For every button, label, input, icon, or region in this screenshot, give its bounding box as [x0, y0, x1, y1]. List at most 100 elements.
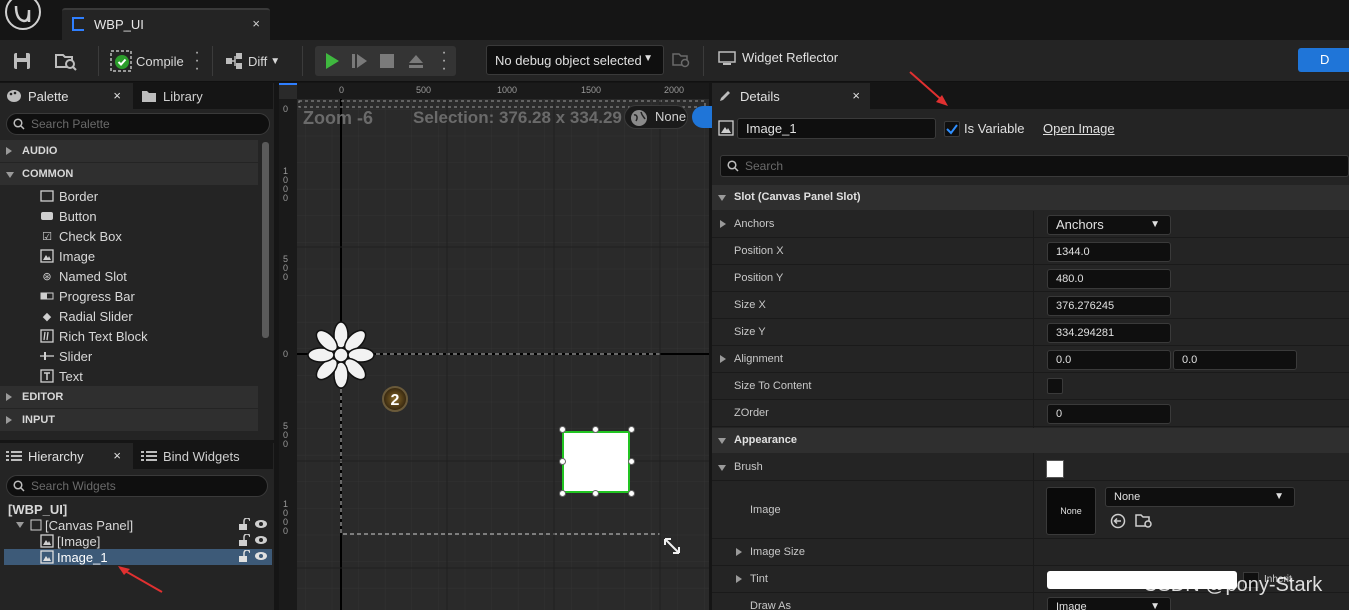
unreal-logo-icon[interactable]: [4, 0, 42, 32]
resize-handle-right[interactable]: [628, 458, 635, 465]
search-icon: [13, 480, 25, 492]
monitor-icon: [718, 50, 736, 65]
tab-hierarchy[interactable]: Hierarchy ×: [0, 443, 131, 469]
browse-asset-icon[interactable]: [1135, 513, 1153, 529]
visibility-eye-icon[interactable]: [254, 534, 268, 549]
compile-button[interactable]: Compile: [110, 48, 184, 74]
stop-icon[interactable]: [379, 53, 395, 69]
save-icon[interactable]: [12, 51, 32, 71]
size-x-input[interactable]: 376.276245: [1047, 296, 1171, 316]
palette-item-text[interactable]: Text: [40, 366, 83, 386]
play-controls: · · ·: [315, 45, 456, 77]
section-slot[interactable]: Slot (Canvas Panel Slot): [712, 185, 1349, 210]
close-hierarchy-icon[interactable]: ×: [113, 448, 121, 463]
palette-item-button[interactable]: Button: [40, 206, 97, 226]
details-search-placeholder: Search: [745, 159, 784, 173]
draw-as-dropdown[interactable]: Image ▼: [1047, 597, 1171, 610]
diff-label: Diff: [248, 53, 268, 69]
tree-item-canvas-panel[interactable]: [Canvas Panel]: [4, 517, 272, 533]
position-x-input[interactable]: 1344.0: [1047, 242, 1171, 262]
palette-item-slider[interactable]: Slider: [40, 346, 92, 366]
palette-item-rich-text-block[interactable]: Rich Text Block: [40, 326, 148, 346]
debug-filter-icon[interactable]: [671, 50, 691, 70]
brush-color-swatch[interactable]: [1046, 460, 1064, 478]
image-1-widget[interactable]: [562, 431, 630, 493]
image-icon: [40, 550, 54, 564]
debug-object-select[interactable]: No debug object selected ▼: [486, 45, 664, 75]
category-common[interactable]: COMMON: [0, 163, 258, 185]
alignment-y-input[interactable]: 0.0: [1173, 350, 1297, 370]
lock-icon[interactable]: [238, 549, 251, 565]
checkmark-icon: [946, 124, 958, 135]
open-image-link[interactable]: Open Image: [1043, 121, 1115, 136]
size-to-content-checkbox[interactable]: [1047, 378, 1063, 394]
anchor-flower-icon[interactable]: [307, 321, 375, 389]
browse-icon[interactable]: [54, 51, 78, 71]
tab-library[interactable]: Library: [133, 83, 273, 109]
selection-size: Selection: 376.28 x 334.29: [413, 108, 622, 127]
palette-search-input[interactable]: Search Palette: [6, 113, 270, 135]
is-variable-label: Is Variable: [964, 121, 1025, 136]
lock-icon[interactable]: [238, 517, 251, 533]
tree-item-root[interactable]: [WBP_UI]: [4, 501, 272, 517]
resize-handle-top-right[interactable]: [628, 426, 635, 433]
tab-bind-widgets[interactable]: Bind Widgets: [133, 443, 273, 469]
anchors-dropdown[interactable]: Anchors ▼: [1047, 215, 1171, 235]
palette-item-progress-bar[interactable]: Progress Bar: [40, 286, 135, 306]
size-y-input[interactable]: 334.294281: [1047, 323, 1171, 343]
close-tab-icon[interactable]: ×: [252, 16, 260, 31]
row-size-y: Size Y 334.294281: [712, 319, 1349, 346]
eject-icon[interactable]: [407, 52, 425, 70]
section-appearance[interactable]: Appearance: [712, 428, 1349, 453]
border-icon: [40, 189, 54, 203]
resize-handle-left[interactable]: [559, 458, 566, 465]
visibility-eye-icon[interactable]: [254, 518, 268, 533]
close-palette-icon[interactable]: ×: [113, 88, 121, 103]
lock-icon[interactable]: [238, 533, 251, 549]
palette-scrollbar[interactable]: [262, 142, 269, 338]
palette-item-image[interactable]: Image: [40, 246, 95, 266]
document-tab[interactable]: WBP_UI ×: [62, 8, 270, 40]
palette-item-named-slot[interactable]: ⊛ Named Slot: [40, 266, 127, 286]
play-options-icon[interactable]: · · ·: [441, 45, 447, 77]
tab-palette[interactable]: Palette ×: [0, 83, 131, 109]
palette-item-border[interactable]: Border: [40, 186, 98, 206]
text-icon: [40, 369, 54, 383]
play-icon[interactable]: [323, 52, 341, 70]
designer-mode-button[interactable]: D: [1298, 48, 1349, 72]
resize-handle-bottom-right[interactable]: [628, 490, 635, 497]
resize-diagonal-icon[interactable]: [662, 536, 682, 556]
category-audio[interactable]: AUDIO: [0, 140, 258, 162]
step-icon[interactable]: [351, 52, 369, 70]
screen-size-button[interactable]: None: [624, 105, 688, 129]
palette-item-radial-slider[interactable]: ◆ Radial Slider: [40, 306, 133, 326]
category-editor[interactable]: EDITOR: [0, 386, 258, 408]
compile-options-icon[interactable]: · · ·: [194, 45, 200, 77]
hierarchy-search-input[interactable]: Search Widgets: [6, 475, 268, 497]
widget-name-input[interactable]: Image_1: [737, 118, 936, 139]
zorder-input[interactable]: 0: [1047, 404, 1171, 424]
category-input[interactable]: INPUT: [0, 409, 258, 431]
palette-item-check-box[interactable]: ☑ Check Box: [40, 226, 122, 246]
widget-reflector-button[interactable]: Widget Reflector: [718, 50, 838, 65]
tree-item-image[interactable]: [Image]: [4, 533, 272, 549]
canvas-options-button[interactable]: [692, 106, 712, 128]
close-details-icon[interactable]: ×: [852, 88, 860, 103]
hierarchy-icon: [6, 451, 22, 461]
position-y-input[interactable]: 480.0: [1047, 269, 1171, 289]
use-selected-asset-icon[interactable]: [1110, 513, 1126, 529]
visibility-eye-icon[interactable]: [254, 550, 268, 565]
tab-details[interactable]: Details ×: [712, 83, 870, 109]
details-search-input[interactable]: Search: [720, 155, 1349, 177]
resize-handle-bottom[interactable]: [592, 490, 599, 497]
image-asset-dropdown[interactable]: None ▼: [1105, 487, 1295, 507]
image-thumbnail[interactable]: None: [1046, 487, 1096, 535]
resize-handle-top[interactable]: [592, 426, 599, 433]
resize-handle-top-left[interactable]: [559, 426, 566, 433]
resize-handle-bottom-left[interactable]: [559, 490, 566, 497]
palette-tab-label: Palette: [28, 88, 69, 104]
diff-button[interactable]: Diff ▼: [224, 48, 280, 74]
is-variable-checkbox[interactable]: [944, 121, 960, 137]
alignment-x-input[interactable]: 0.0: [1047, 350, 1171, 370]
chevron-down-icon: ▼: [643, 53, 653, 64]
